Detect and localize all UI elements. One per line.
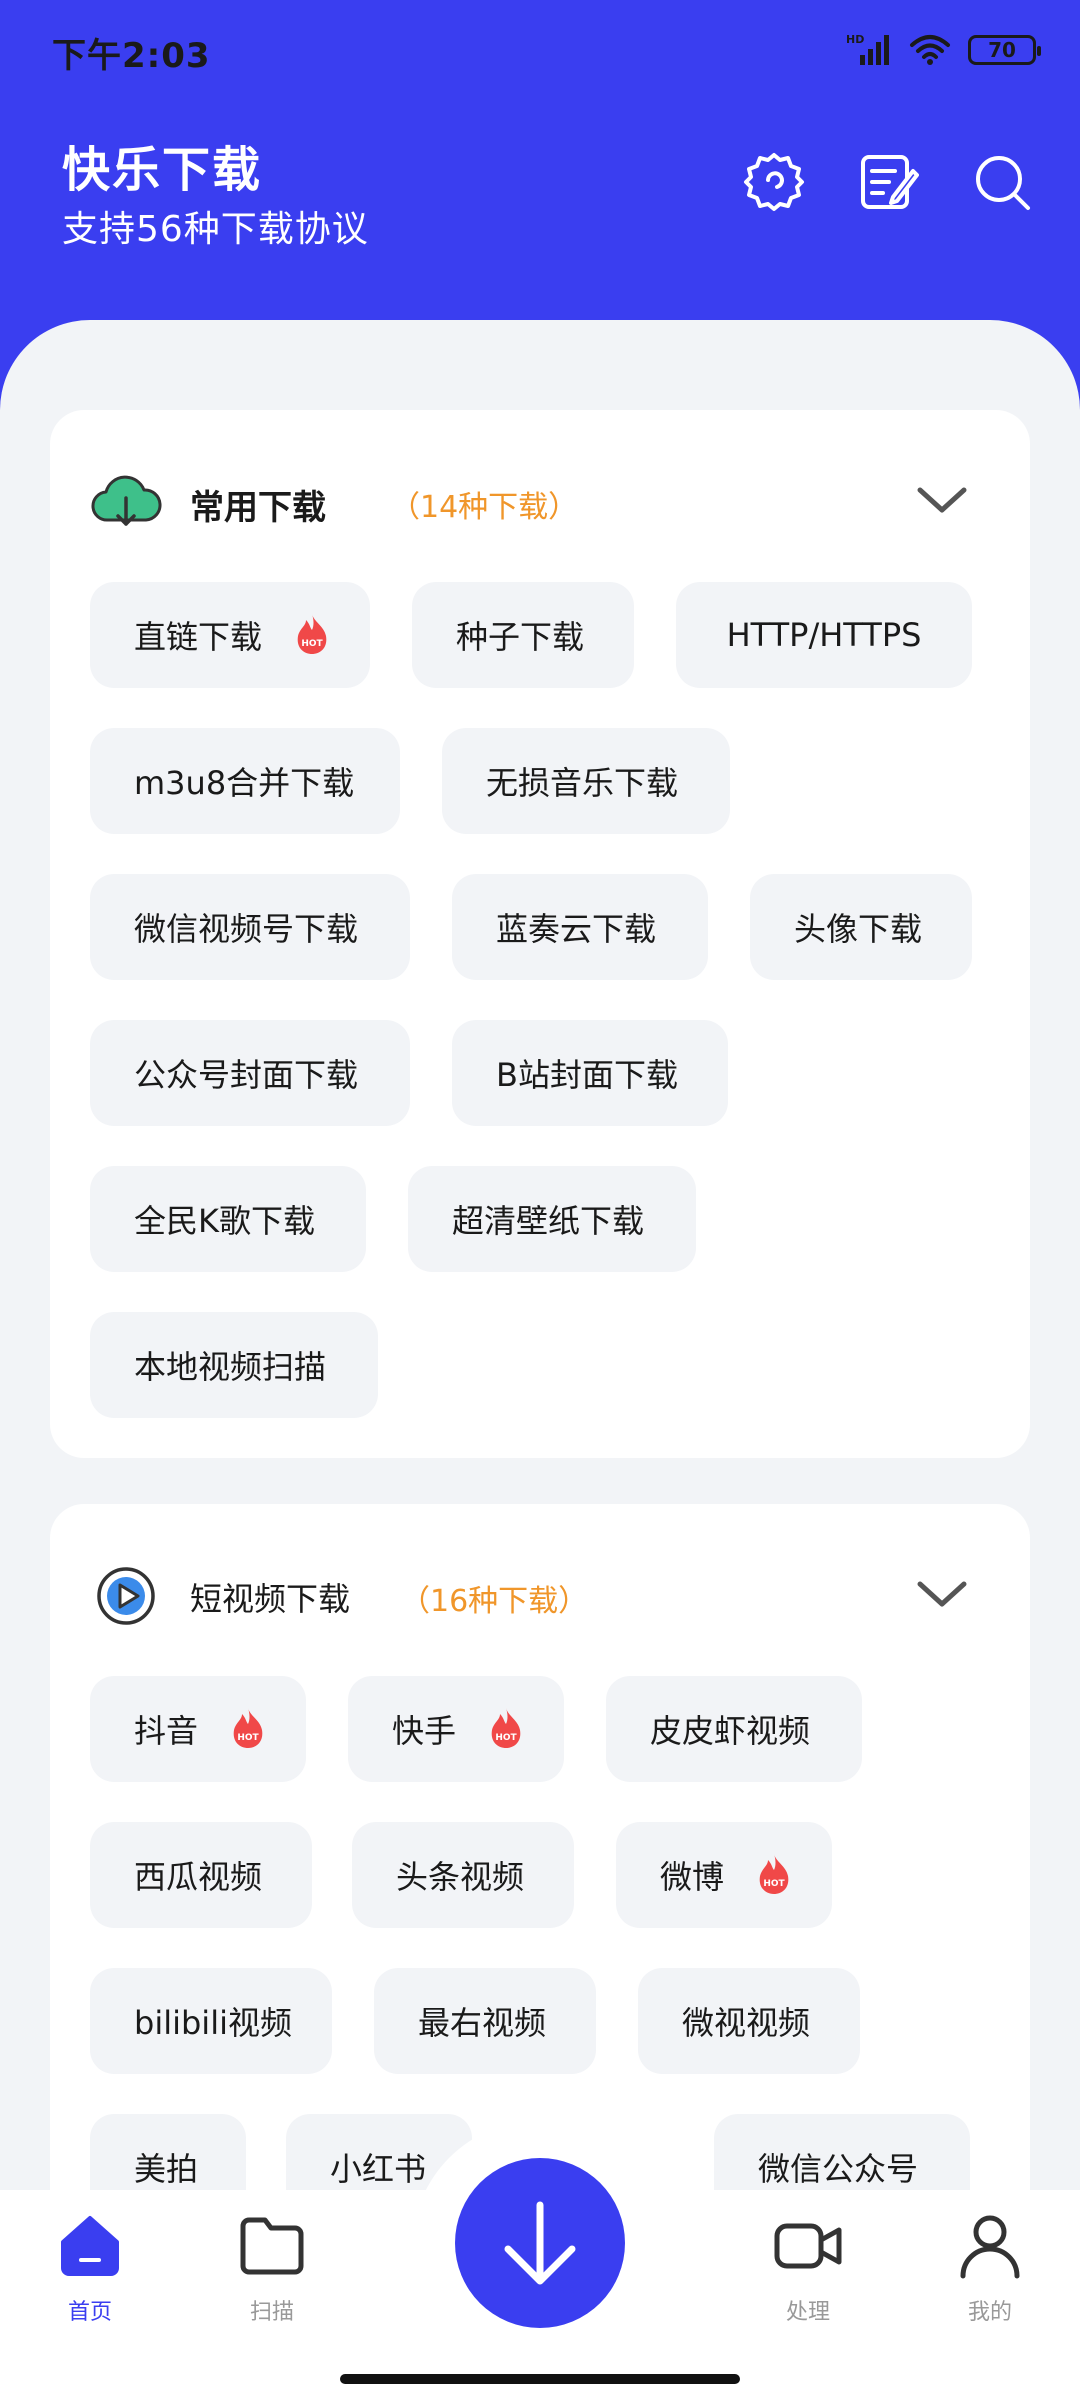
chip-label: 头条视频 bbox=[396, 1858, 525, 1896]
chip-label: 最右视频 bbox=[418, 2004, 547, 2042]
chip-label: 西瓜视频 bbox=[134, 1858, 263, 1896]
network-type-label: HD bbox=[846, 33, 864, 46]
search-icon bbox=[976, 156, 1030, 210]
chip-label: 皮皮虾视频 bbox=[650, 1712, 811, 1750]
section-title: 常用下载 bbox=[190, 488, 326, 528]
svg-text:HOT: HOT bbox=[237, 1733, 259, 1743]
section-common-download: 常用下载 （14种下载） 直链下载 HOT 种子下载 HTTP/HTTPS m3… bbox=[50, 410, 1030, 1458]
chip-label: HTTP/HTTPS bbox=[726, 616, 922, 654]
wifi-icon bbox=[910, 35, 950, 65]
home-icon bbox=[61, 2216, 119, 2276]
settings-button[interactable] bbox=[742, 150, 806, 214]
battery-indicator: 70 bbox=[968, 35, 1041, 65]
chip-douyin[interactable]: 抖音 HOT bbox=[90, 1676, 306, 1782]
video-camera-icon bbox=[774, 2223, 842, 2269]
chip-official-cover[interactable]: 公众号封面下载 bbox=[90, 1020, 410, 1126]
search-button[interactable] bbox=[970, 150, 1034, 214]
svg-text:HOT: HOT bbox=[763, 1879, 785, 1889]
svg-text:HOT: HOT bbox=[495, 1733, 517, 1743]
chip-label: 直链下载 bbox=[134, 618, 263, 656]
battery-level: 70 bbox=[988, 38, 1016, 62]
chip-lanzou[interactable]: 蓝奏云下载 bbox=[452, 874, 708, 980]
nav-label: 首页 bbox=[67, 2300, 112, 2325]
chip-direct-link[interactable]: 直链下载 HOT bbox=[90, 582, 370, 688]
chip-local-scan[interactable]: 本地视频扫描 bbox=[90, 1312, 378, 1418]
hot-badge-icon: HOT bbox=[233, 1708, 263, 1748]
chip-weishi[interactable]: 微视视频 bbox=[638, 1968, 860, 2074]
chip-label: 美拍 bbox=[134, 2150, 199, 2188]
section-count: （14种下载） bbox=[390, 490, 579, 525]
chip-zuiyou[interactable]: 最右视频 bbox=[374, 1968, 596, 2074]
signal-icon: HD bbox=[846, 33, 889, 65]
nav-home[interactable]: 首页 bbox=[20, 2210, 160, 2360]
chip-wallpaper[interactable]: 超清壁纸下载 bbox=[408, 1166, 696, 1272]
chip-pipixia[interactable]: 皮皮虾视频 bbox=[606, 1676, 862, 1782]
user-icon bbox=[960, 2215, 1020, 2279]
chip-label: 头像下载 bbox=[794, 910, 923, 948]
chip-torrent[interactable]: 种子下载 bbox=[412, 582, 634, 688]
notes-button[interactable] bbox=[856, 150, 920, 214]
arrow-down-icon bbox=[504, 2201, 576, 2285]
section-title: 短视频下载 bbox=[190, 1580, 351, 1618]
chip-label: 微博 bbox=[660, 1858, 725, 1896]
cloud-download-icon bbox=[91, 475, 162, 526]
chip-label: 种子下载 bbox=[456, 618, 585, 656]
app-title: 快乐下载 bbox=[62, 142, 263, 198]
chip-label: 抖音 bbox=[134, 1712, 199, 1750]
chip-label: 小红书 bbox=[330, 2150, 427, 2188]
chip-label: 蓝奏云下载 bbox=[496, 910, 657, 948]
chip-m3u8[interactable]: m3u8合并下载 bbox=[90, 728, 400, 834]
edit-note-icon bbox=[861, 155, 919, 209]
chip-label: bilibili视频 bbox=[134, 2004, 292, 2042]
section-header[interactable]: 常用下载 （14种下载） bbox=[90, 466, 990, 546]
chip-label: 快手 bbox=[392, 1712, 457, 1750]
chip-wechat-video[interactable]: 微信视频号下载 bbox=[90, 874, 410, 980]
section-count: （16种下载） bbox=[400, 1584, 589, 1619]
chip-weibo[interactable]: 微博 HOT bbox=[616, 1822, 832, 1928]
chip-label: 微视视频 bbox=[682, 2004, 811, 2042]
chip-bilibili[interactable]: bilibili视频 bbox=[90, 1968, 332, 2074]
chevron-down-icon[interactable] bbox=[914, 1574, 970, 1614]
svg-text:HOT: HOT bbox=[301, 639, 323, 649]
chip-label: B站封面下载 bbox=[496, 1056, 678, 1094]
nav-label: 我的 bbox=[967, 2300, 1012, 2325]
status-icons: HD 70 bbox=[846, 30, 1041, 70]
home-indicator bbox=[340, 2374, 740, 2384]
chip-label: 微信视频号下载 bbox=[134, 910, 359, 948]
chip-label: 本地视频扫描 bbox=[134, 1348, 327, 1386]
chip-label: 无损音乐下载 bbox=[486, 764, 679, 802]
nav-scan[interactable]: 扫描 bbox=[202, 2210, 342, 2360]
section-header[interactable]: 短视频下载 （16种下载） bbox=[90, 1560, 990, 1640]
nav-process[interactable]: 处理 bbox=[738, 2210, 878, 2360]
hot-badge-icon: HOT bbox=[491, 1708, 521, 1748]
nav-mine[interactable]: 我的 bbox=[920, 2210, 1060, 2360]
chip-label: 超清壁纸下载 bbox=[452, 1202, 645, 1240]
chip-toutiao[interactable]: 头条视频 bbox=[352, 1822, 574, 1928]
chevron-down-icon[interactable] bbox=[914, 480, 970, 520]
nav-label: 扫描 bbox=[249, 2300, 294, 2325]
chip-kuaishou[interactable]: 快手 HOT bbox=[348, 1676, 564, 1782]
header-actions bbox=[742, 150, 1034, 214]
nav-label: 处理 bbox=[785, 2300, 830, 2325]
chip-karaoke[interactable]: 全民K歌下载 bbox=[90, 1166, 366, 1272]
hot-badge-icon: HOT bbox=[297, 614, 327, 654]
folder-icon bbox=[240, 2217, 304, 2275]
status-time: 下午2:03 bbox=[52, 36, 211, 76]
chip-xigua[interactable]: 西瓜视频 bbox=[90, 1822, 312, 1928]
chip-lossless-music[interactable]: 无损音乐下载 bbox=[442, 728, 730, 834]
status-bar: 下午2:03 HD 70 bbox=[0, 0, 1080, 96]
download-fab[interactable] bbox=[455, 2158, 625, 2328]
chip-label: m3u8合并下载 bbox=[134, 764, 355, 802]
chip-http[interactable]: HTTP/HTTPS bbox=[676, 582, 972, 688]
chip-avatar[interactable]: 头像下载 bbox=[750, 874, 972, 980]
gear-icon bbox=[744, 153, 804, 211]
chip-bilibili-cover[interactable]: B站封面下载 bbox=[452, 1020, 728, 1126]
chip-label: 公众号封面下载 bbox=[134, 1056, 359, 1094]
chip-label: 全民K歌下载 bbox=[134, 1202, 315, 1240]
chip-label: 微信公众号 bbox=[758, 2150, 919, 2188]
hot-badge-icon: HOT bbox=[759, 1854, 789, 1894]
app-subtitle: 支持56种下载协议 bbox=[62, 209, 369, 250]
play-circle-icon bbox=[97, 1567, 155, 1625]
